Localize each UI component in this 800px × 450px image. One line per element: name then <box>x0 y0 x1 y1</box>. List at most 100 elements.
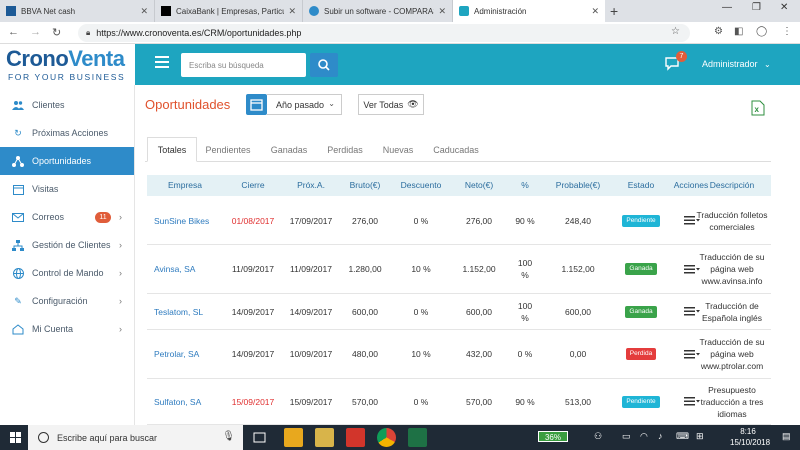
status-badge: Ganada <box>625 263 657 275</box>
close-tab-icon[interactable]: ✕ <box>140 6 148 17</box>
logo[interactable]: CronoVenta FOR YOUR BUSINESS <box>0 44 135 85</box>
minimize-icon[interactable]: — <box>722 2 732 13</box>
column-header[interactable]: Descuento <box>391 175 451 196</box>
excel-export-icon[interactable]: x <box>751 100 765 116</box>
sidebar-item-control-mando[interactable]: Control de Mando › <box>0 259 134 287</box>
tab-perdidas[interactable]: Perdidas <box>321 137 369 162</box>
cierre-cell: 14/09/2017 <box>231 349 275 359</box>
column-header[interactable]: Cierre <box>223 175 283 196</box>
tab-ganadas[interactable]: Ganadas <box>265 137 313 162</box>
system-clock[interactable]: 8:16 15/10/2018 <box>730 426 771 448</box>
status-cell: Pendiente <box>613 379 669 424</box>
sidebar-item-mi-cuenta[interactable]: Mi Cuenta › <box>0 315 134 343</box>
tab-pendientes[interactable]: Pendientes <box>201 137 255 162</box>
eye-icon: 👁︎ <box>407 99 419 109</box>
close-window-icon[interactable]: ✕ <box>780 2 788 13</box>
address-bar: ← → ↻ 🔒︎ https://www.cronoventa.es/CRM/o… <box>0 22 800 44</box>
keyboard-icon[interactable]: ⌨︎ <box>676 431 689 442</box>
battery-indicator[interactable]: 36% <box>538 431 568 442</box>
file-explorer-icon[interactable] <box>315 428 334 447</box>
column-header[interactable]: Estado <box>613 175 669 196</box>
column-header[interactable]: Descripción <box>693 175 771 196</box>
extension-ghost-icon[interactable]: ◧ <box>734 26 743 37</box>
search-button[interactable] <box>310 53 338 77</box>
status-cell: Perdida <box>613 330 669 378</box>
browser-tab-label: BBVA Net cash <box>21 6 76 16</box>
taskbar-search[interactable]: Escribe aquí para buscar 🎙︎ <box>28 425 243 450</box>
clock-date: 15/10/2018 <box>730 438 771 447</box>
calendar-button[interactable] <box>246 94 267 115</box>
url-field[interactable]: 🔒︎ https://www.cronoventa.es/CRM/oportun… <box>78 24 690 42</box>
sidebar-item-label: Correos <box>32 212 65 222</box>
reload-icon[interactable]: ↻ <box>52 26 61 39</box>
close-tab-icon[interactable]: ✕ <box>591 6 599 17</box>
hamburger-menu-icon[interactable] <box>155 56 169 68</box>
task-view-icon[interactable] <box>250 428 269 447</box>
table-row[interactable]: Petrolar, SA 14/09/2017 10/09/2017 480,00 10… <box>147 330 771 379</box>
restore-icon[interactable]: ❐ <box>752 2 761 13</box>
column-header[interactable]: Probable(€) <box>543 175 613 196</box>
battery-icon[interactable]: ▭ <box>622 431 631 442</box>
sidebar-item-configuracion[interactable]: ✎ Configuración › <box>0 287 134 315</box>
profile-icon[interactable]: ◯ <box>756 26 767 37</box>
new-tab-icon[interactable]: + <box>610 3 618 19</box>
people-icon[interactable]: ⚇ <box>594 431 602 442</box>
extension-icon[interactable]: ⚙︎ <box>714 26 723 37</box>
company-link[interactable]: Teslatom, SL <box>147 294 223 329</box>
volume-icon[interactable]: ♪ <box>658 431 663 441</box>
column-header[interactable]: Empresa <box>147 175 223 196</box>
sidebar-item-clientes[interactable]: Clientes <box>0 91 134 119</box>
sidebar-item-correos[interactable]: Correos 11 › <box>0 203 134 231</box>
table-row[interactable]: SunSine Bikes 01/08/2017 17/09/2017 276,00 0… <box>147 197 771 245</box>
column-header[interactable]: Bruto(€) <box>339 175 391 196</box>
table-row[interactable]: Avinsa, SA 11/09/2017 11/09/2017 1.280,00 10… <box>147 245 771 294</box>
column-header[interactable]: Neto(€) <box>451 175 507 196</box>
company-link[interactable]: Avinsa, SA <box>147 245 223 293</box>
search-input[interactable] <box>181 53 306 77</box>
browser-tab-bbva[interactable]: BBVA Net cash ✕ <box>0 0 155 22</box>
browser-tab-label: CaixaBank | Empresas, Particulares <box>176 6 285 16</box>
column-header[interactable]: Próx.A. <box>283 175 339 196</box>
sidebar-item-proximas-acciones[interactable]: ↻ Próximas Acciones <box>0 119 134 147</box>
outlook-app-icon[interactable] <box>284 428 303 447</box>
microphone-icon[interactable]: 🎙︎ <box>222 431 235 442</box>
windows-start-icon[interactable] <box>10 432 21 443</box>
close-tab-icon[interactable]: ✕ <box>288 6 296 17</box>
period-select[interactable]: Año pasado ⌄ <box>267 94 342 115</box>
chevron-down-icon: ⌄ <box>328 99 335 108</box>
browser-tab-administracion[interactable]: Administración ✕ <box>453 0 605 22</box>
office-app-icon[interactable] <box>346 428 365 447</box>
back-icon[interactable]: ← <box>8 26 19 38</box>
browser-tab-caixabank[interactable]: CaixaBank | Empresas, Particulares ✕ <box>155 0 303 22</box>
status-badge: Perdida <box>625 348 657 360</box>
tab-nuevas[interactable]: Nuevas <box>377 137 419 162</box>
sidebar-item-oportunidades[interactable]: Oportunidades <box>0 147 134 175</box>
sidebar-item-visitas[interactable]: Visitas <box>0 175 134 203</box>
forward-icon[interactable]: → <box>30 26 41 38</box>
company-link[interactable]: Sulfaton, SA <box>147 379 223 424</box>
table-row[interactable]: Sulfaton, SA 15/09/2017 15/09/2017 570,00 0 … <box>147 379 771 425</box>
tab-caducadas[interactable]: Caducadas <box>427 137 485 162</box>
view-all-button[interactable]: Ver Todas 👁︎ <box>358 94 424 115</box>
column-header[interactable]: % <box>507 175 543 196</box>
sidebar-item-gestion-clientes[interactable]: Gestión de Clientes › <box>0 231 134 259</box>
wifi-icon[interactable]: ◠ <box>640 431 648 442</box>
network-icon <box>12 155 24 167</box>
view-all-label: Ver Todas <box>363 99 404 110</box>
chrome-app-icon[interactable] <box>377 428 396 447</box>
proxa-cell: 15/09/2017 <box>289 396 333 407</box>
star-icon[interactable]: ☆ <box>671 26 680 37</box>
company-link[interactable]: SunSine Bikes <box>147 197 223 244</box>
notifications-icon[interactable]: ▤ <box>782 431 791 442</box>
caixabank-icon <box>161 6 171 16</box>
bruto-cell: 570,00 <box>352 396 378 407</box>
excel-app-icon[interactable] <box>408 428 427 447</box>
tab-totales[interactable]: Totales <box>147 137 197 162</box>
menu-dots-icon[interactable]: ⋮ <box>782 26 792 37</box>
language-icon[interactable]: ⊞ <box>696 431 704 442</box>
table-row[interactable]: Teslatom, SL 14/09/2017 14/09/2017 600,00 0 … <box>147 294 771 330</box>
browser-tab-comparasoft[interactable]: Subir un software - COMPARASOFT ✕ <box>303 0 453 22</box>
company-link[interactable]: Petrolar, SA <box>147 330 223 378</box>
user-menu[interactable]: Administrador ⌄ <box>702 59 771 69</box>
close-tab-icon[interactable]: ✕ <box>438 6 446 17</box>
